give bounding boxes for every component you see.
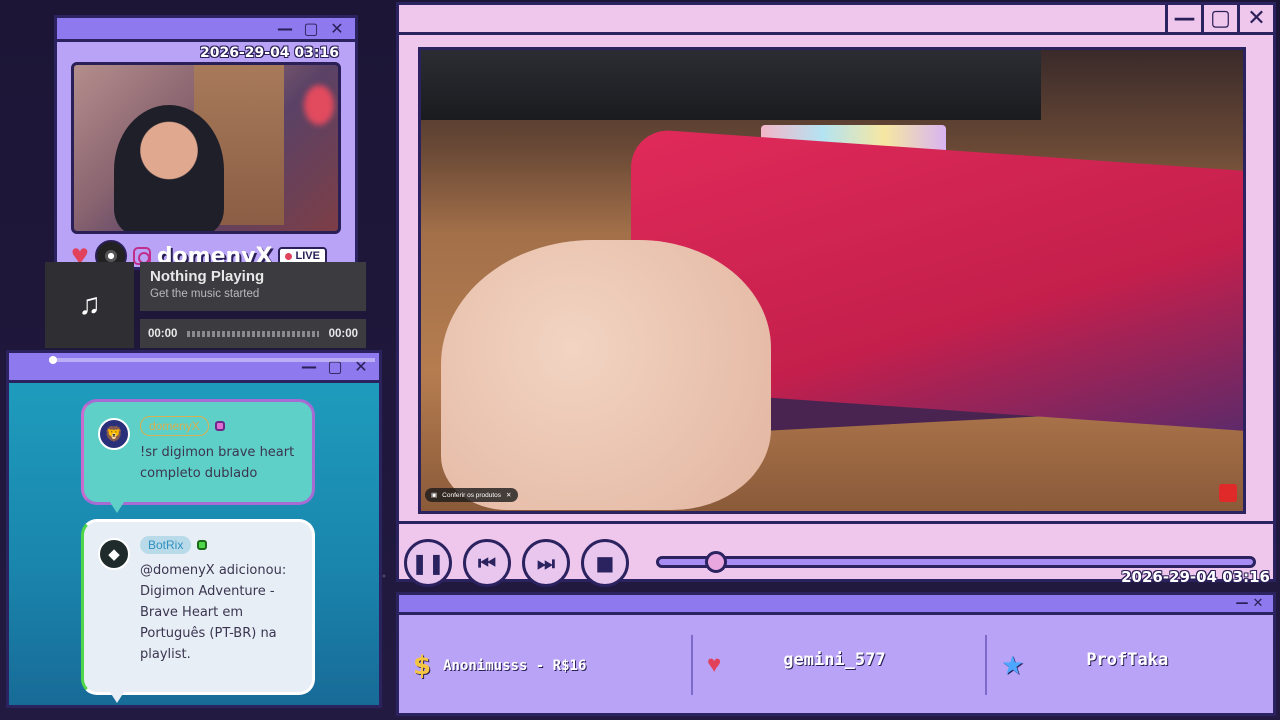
youtube-icon	[1219, 484, 1237, 502]
lion-avatar-icon: 🦁	[98, 418, 130, 450]
webcam-titlebar: — ▢ ✕	[57, 18, 355, 42]
next-button[interactable]: ⏭	[522, 539, 570, 587]
badge-icon	[214, 420, 225, 431]
stop-icon: ■	[595, 551, 615, 575]
webcam-window: — ▢ ✕ 2026-29-04 03:16 ♥ domenyX LIVE	[54, 15, 358, 272]
music-title: Nothing Playing	[150, 268, 265, 285]
close-button[interactable]: ✕	[1237, 5, 1273, 32]
last-follower: ♥ gemini_577	[691, 635, 985, 695]
chat-message: 🦁 domenyX !sr digimon brave heart comple…	[81, 399, 315, 513]
close-button[interactable]: ✕	[1251, 595, 1265, 613]
badge-icon	[197, 539, 208, 550]
alerts-titlebar: — ✕	[399, 595, 1273, 615]
minimize-button[interactable]: —	[275, 19, 295, 38]
shop-products-chip[interactable]: ▣ Conferir os produtos ✕	[425, 488, 518, 502]
music-album-art: ♫	[45, 262, 134, 348]
alerts-window: — ✕ $ Anonimusss - R$16 ♥ gemini_577 ★ P…	[396, 592, 1276, 716]
seek-knob[interactable]	[705, 551, 727, 573]
follower-name: gemini_577	[783, 650, 886, 670]
webcam-feed	[71, 62, 341, 234]
music-subtitle: Get the music started	[150, 288, 260, 300]
donation-text: Anonimusss - R$16	[443, 657, 587, 674]
pause-icon: ❚❚	[411, 551, 445, 575]
music-info: Nothing Playing Get the music started	[140, 262, 366, 311]
music-time-current: 00:00	[148, 327, 178, 340]
maximize-button[interactable]: ▢	[301, 19, 321, 38]
shopping-bag-icon: ▣	[431, 492, 438, 499]
stop-button[interactable]: ■	[581, 539, 629, 587]
shop-products-label: Conferir os produtos	[442, 491, 502, 499]
video-timestamp: 2026-29-04 03:16	[1121, 568, 1270, 586]
chat-username[interactable]: BotRix	[140, 536, 192, 554]
minimize-button[interactable]: —	[1165, 5, 1201, 32]
skip-forward-icon: ⏭	[537, 551, 555, 575]
dollar-icon: $	[413, 650, 432, 681]
bubble-tail	[108, 499, 126, 513]
subscriber-name: ProfTaka	[1086, 650, 1169, 670]
chat-text: @domenyX adicionou: Digimon Adventure - …	[140, 563, 287, 662]
video-scene-hand	[441, 240, 771, 510]
video-scene-monitor	[421, 50, 1041, 120]
skip-back-icon: ⏮	[478, 551, 496, 575]
last-subscriber: ★ ProfTaka	[985, 635, 1273, 695]
webcam-timestamp: 2026-29-04 03:16	[200, 45, 339, 61]
seek-bar[interactable]	[656, 556, 1256, 568]
chat-message: ◆ BotRix @domenyX adicionou: Digimon Adv…	[81, 519, 315, 703]
close-chip-icon[interactable]: ✕	[506, 491, 511, 499]
chat-scroll-thumb[interactable]	[49, 356, 57, 364]
chat-username[interactable]: domenyX	[140, 416, 209, 436]
video-window: — ▢ ✕ ▣ Conferir os produtos ✕ ❚❚ ⏮ ⏭ ■	[396, 2, 1276, 587]
minimize-button[interactable]: —	[1235, 595, 1249, 613]
star-icon: ★	[1001, 649, 1025, 680]
maximize-button[interactable]: ▢	[1201, 5, 1237, 32]
music-time-total: 00:00	[328, 327, 358, 340]
webcam-background-light	[304, 85, 334, 125]
streamer-figure	[114, 105, 224, 231]
last-donation: $ Anonimusss - R$16	[399, 615, 691, 716]
chat-scrollbar[interactable]	[49, 358, 375, 362]
music-note-icon: ♫	[78, 288, 101, 321]
music-progress: 00:00 00:00	[140, 319, 366, 348]
previous-button[interactable]: ⏮	[463, 539, 511, 587]
chat-window: — ▢ ✕ 🦁 domenyX !sr digimon brave heart …	[6, 350, 382, 708]
chat-text: !sr digimon brave heart completo dublado	[140, 445, 295, 481]
close-button[interactable]: ✕	[327, 19, 347, 38]
video-player[interactable]: ▣ Conferir os produtos ✕	[418, 47, 1246, 514]
bot-avatar-icon: ◆	[98, 538, 130, 570]
video-titlebar: — ▢ ✕	[399, 5, 1273, 35]
music-progress-track[interactable]	[187, 330, 319, 337]
bubble-tail	[108, 689, 126, 703]
heart-icon: ♥	[707, 651, 722, 678]
pause-button[interactable]: ❚❚	[404, 539, 452, 587]
